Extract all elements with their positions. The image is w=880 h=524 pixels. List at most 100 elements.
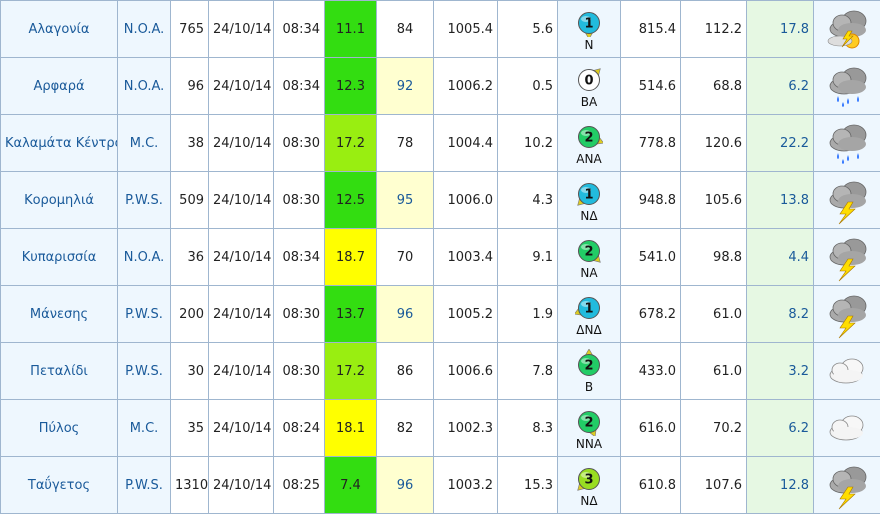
col2-value: 61.0 <box>713 306 742 322</box>
wind-dir-value: ΝΝΑ <box>575 436 603 451</box>
rain-value: 3.2 <box>788 363 809 379</box>
station-name-link[interactable]: Καλαμάτα Κέντρο <box>0 114 118 172</box>
cloud-icon <box>829 358 864 384</box>
station-name-link[interactable]: Πύλος <box>0 399 118 457</box>
pressure-cell: 1002.3 <box>433 399 498 457</box>
altitude-value: 35 <box>187 420 204 436</box>
station-name-link[interactable]: Μάνεσης <box>0 285 118 343</box>
time-cell: 08:30 <box>273 171 325 229</box>
rain-value: 6.2 <box>788 78 809 94</box>
rain-link[interactable]: 12.8 <box>746 456 814 514</box>
wind-cell: 1 ΝΔ <box>557 171 621 229</box>
temp-value: 18.7 <box>336 249 365 265</box>
network-link[interactable]: P.W.S. <box>117 285 171 343</box>
wind-cell: 1 Ν <box>557 0 621 58</box>
wind-speed-value: 8.3 <box>532 420 553 436</box>
time-value: 08:30 <box>282 192 320 208</box>
wind-cell: 2 ΑΝΑ <box>557 114 621 172</box>
rain-value: 22.2 <box>780 135 809 151</box>
rain-cloud-icon <box>829 124 867 164</box>
table-row: Κυπαρισσία N.O.A. 36 24/10/14 08:34 18.7… <box>0 228 880 286</box>
date-cell: 24/10/14 <box>208 171 274 229</box>
wind-dir-value: ΒΑ <box>580 94 598 109</box>
altitude-cell: 509 <box>170 171 209 229</box>
weather-icon-cell <box>813 342 880 400</box>
network-link[interactable]: N.O.A. <box>117 57 171 115</box>
wind-direction-icon: 2 <box>578 348 600 376</box>
temperature-cell: 13.7 <box>324 285 377 343</box>
humidity-value: 95 <box>396 192 414 208</box>
station-name-link[interactable]: Αρφαρά <box>0 57 118 115</box>
wind-direction-icon: 2 <box>578 239 601 263</box>
col2-value: 107.6 <box>704 477 742 493</box>
wind-speed-cell: 1.9 <box>497 285 558 343</box>
network-link[interactable]: M.C. <box>117 114 171 172</box>
date-cell: 24/10/14 <box>208 342 274 400</box>
name-value: Καλαμάτα Κέντρο <box>5 135 118 151</box>
date-cell: 24/10/14 <box>208 57 274 115</box>
station-name-link[interactable]: Ταΰγετος <box>0 456 118 514</box>
rain-link[interactable]: 6.2 <box>746 57 814 115</box>
pressure-cell: 1005.2 <box>433 285 498 343</box>
network-link[interactable]: N.O.A. <box>117 0 171 58</box>
station-name-link[interactable]: Κορομηλιά <box>0 171 118 229</box>
wind-direction-label: ΑΝΑ <box>576 152 601 166</box>
wind-speed-value: 7.8 <box>532 363 553 379</box>
table-row: Καλαμάτα Κέντρο M.C. 38 24/10/14 08:30 1… <box>0 114 880 172</box>
wind-cell: 1 ΔΝΔ <box>557 285 621 343</box>
pressure-value: 1006.2 <box>447 78 494 94</box>
beaufort-value: 1 <box>584 301 593 316</box>
temperature-cell: 7.4 <box>324 456 377 514</box>
temperature-cell: 18.1 <box>324 399 377 457</box>
wind-speed-value: 1.9 <box>532 306 553 322</box>
cloud-icon <box>829 415 864 441</box>
altitude-cell: 36 <box>170 228 209 286</box>
wind-speed-cell: 4.3 <box>497 171 558 229</box>
wind-speed-value: 4.3 <box>532 192 553 208</box>
altitude-value: 36 <box>187 249 204 265</box>
wind-direction-label: ΝΔ <box>580 494 597 508</box>
altitude-value: 200 <box>179 306 204 322</box>
rain-link[interactable]: 8.2 <box>746 285 814 343</box>
network-link[interactable]: P.W.S. <box>117 342 171 400</box>
network-link[interactable]: P.W.S. <box>117 171 171 229</box>
network-value: M.C. <box>129 420 159 436</box>
col1-value: 541.0 <box>638 249 676 265</box>
rain-link[interactable]: 13.8 <box>746 171 814 229</box>
altitude-cell: 1310 <box>170 456 209 514</box>
rain-link[interactable]: 17.8 <box>746 0 814 58</box>
wind-speed-cell: 9.1 <box>497 228 558 286</box>
network-link[interactable]: N.O.A. <box>117 228 171 286</box>
wind-direction-icon: 3 <box>577 467 600 491</box>
beaufort-value: 1 <box>584 187 593 202</box>
date-cell: 24/10/14 <box>208 456 274 514</box>
network-link[interactable]: P.W.S. <box>117 456 171 514</box>
beaufort-value: 2 <box>584 415 593 430</box>
col2-value: 120.6 <box>704 135 742 151</box>
temperature-cell: 17.2 <box>324 342 377 400</box>
name-value: Πεταλίδι <box>30 363 88 379</box>
data-cell-2: 61.0 <box>680 285 747 343</box>
rain-link[interactable]: 6.2 <box>746 399 814 457</box>
rain-link[interactable]: 3.2 <box>746 342 814 400</box>
network-value: P.W.S. <box>125 192 163 208</box>
rain-value: 4.4 <box>788 249 809 265</box>
pressure-value: 1006.0 <box>447 192 494 208</box>
humidity-cell: 92 <box>376 57 434 115</box>
table-row: Αρφαρά N.O.A. 96 24/10/14 08:34 12.3 92 … <box>0 57 880 115</box>
rain-link[interactable]: 22.2 <box>746 114 814 172</box>
wind-direction-label: ΔΝΔ <box>576 323 601 337</box>
station-name-link[interactable]: Κυπαρισσία <box>0 228 118 286</box>
humidity-value: 70 <box>396 249 414 265</box>
date-value: 24/10/14 <box>213 249 272 265</box>
time-value: 08:34 <box>282 21 320 37</box>
date-value: 24/10/14 <box>213 21 272 37</box>
station-name-link[interactable]: Πεταλίδι <box>0 342 118 400</box>
humidity-cell: 78 <box>376 114 434 172</box>
humidity-cell: 86 <box>376 342 434 400</box>
rain-link[interactable]: 4.4 <box>746 228 814 286</box>
station-name-link[interactable]: Αλαγονία <box>0 0 118 58</box>
network-value: N.O.A. <box>123 249 165 265</box>
network-link[interactable]: M.C. <box>117 399 171 457</box>
wind-cell: 2 ΝΑ <box>557 228 621 286</box>
